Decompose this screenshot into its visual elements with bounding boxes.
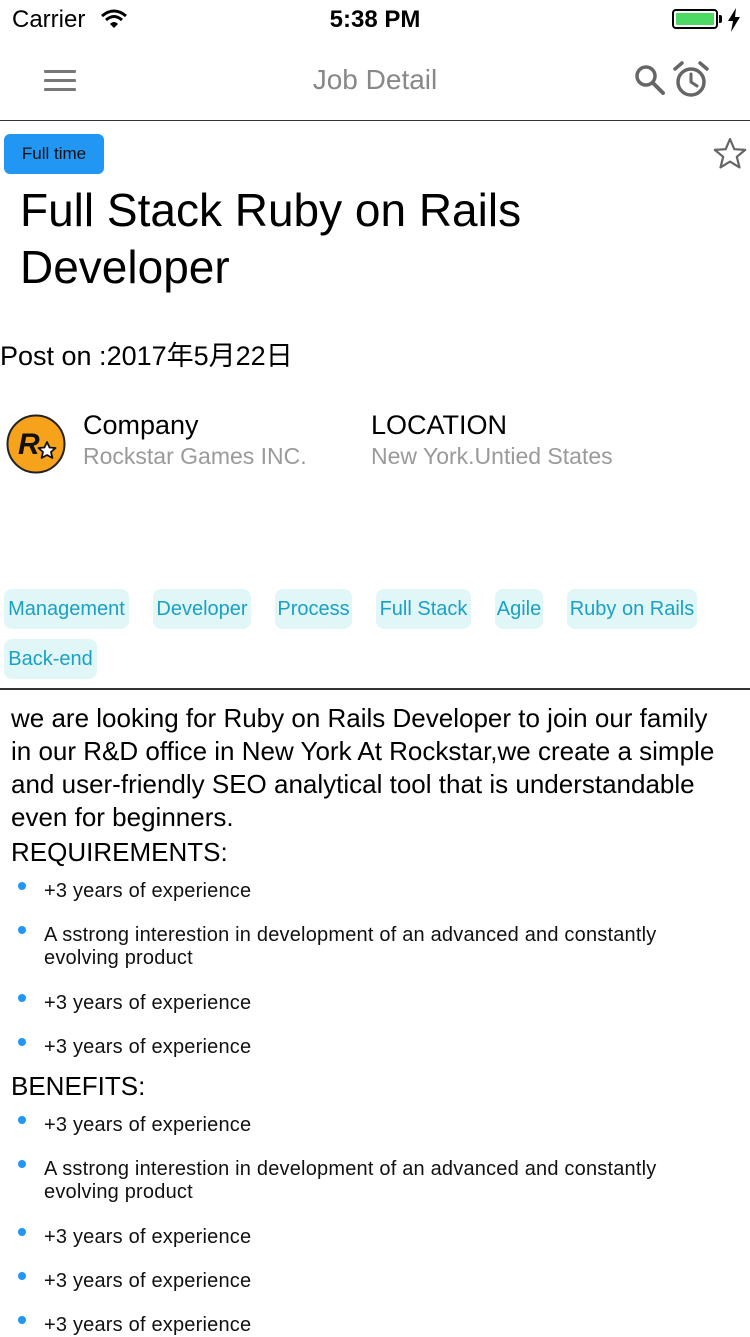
bullet-dot [18, 994, 26, 1002]
bullet-dot [18, 882, 26, 890]
tag-full-stack[interactable]: Full Stack [376, 589, 471, 629]
benefits-heading: BENEFITS: [11, 1071, 146, 1101]
bullet-dot [18, 1116, 26, 1124]
benefit-item: +3 years of experience [44, 1226, 252, 1248]
bullet-dot [18, 1160, 26, 1168]
requirement-item: A sstrong interestion in development of … [44, 924, 657, 969]
star-outline-icon[interactable] [712, 136, 748, 172]
requirement-item: +3 years of experience [44, 992, 252, 1014]
location-value: New York.Untied States [371, 443, 613, 469]
search-icon[interactable] [632, 62, 668, 98]
benefit-item: A sstrong interestion in development of … [44, 1158, 657, 1203]
tag-developer[interactable]: Developer [153, 589, 251, 629]
tag-ruby-on-rails[interactable]: Ruby on Rails [567, 589, 697, 629]
navigation-bar: Job Detail [0, 40, 750, 121]
divider [0, 688, 750, 690]
clock-time: 5:38 PM [329, 6, 421, 33]
requirement-item: +3 years of experience [44, 1036, 252, 1058]
post-date-value: 2017年5月22日 [106, 341, 293, 371]
requirement-item: +3 years of experience [44, 880, 252, 902]
requirements-heading: REQUIREMENTS: [11, 837, 228, 867]
tag-back-end[interactable]: Back-end [4, 639, 97, 679]
benefit-item: +3 years of experience [44, 1114, 252, 1136]
tag-process[interactable]: Process [275, 589, 352, 629]
employment-type-badge: Full time [4, 134, 104, 174]
bullet-dot [18, 1272, 26, 1280]
job-title: Full Stack Ruby on Rails Developer [20, 184, 522, 293]
status-bar: Carrier 5:38 PM [0, 0, 750, 40]
rockstar-logo: R [6, 414, 66, 474]
bullet-dot [18, 1228, 26, 1236]
post-date-label: Post on : [0, 341, 107, 371]
tag-management[interactable]: Management [4, 589, 129, 629]
post-date-row: Post on :2017年5月22日 [0, 334, 293, 373]
job-description: we are looking for Ruby on Rails Develop… [11, 703, 715, 832]
svg-text:R: R [18, 428, 40, 461]
battery-icon [672, 9, 718, 29]
bullet-dot [18, 1038, 26, 1046]
alarm-clock-icon[interactable] [672, 60, 712, 100]
tag-agile[interactable]: Agile [495, 589, 543, 629]
company-label: Company [83, 410, 199, 440]
benefit-item: +3 years of experience [44, 1270, 252, 1292]
location-label: LOCATION [371, 410, 508, 440]
bullet-dot [18, 926, 26, 934]
charging-bolt-icon [727, 8, 741, 37]
company-name: Rockstar Games INC. [83, 443, 307, 469]
battery-tip [719, 15, 722, 23]
bullet-dot [18, 1316, 26, 1324]
